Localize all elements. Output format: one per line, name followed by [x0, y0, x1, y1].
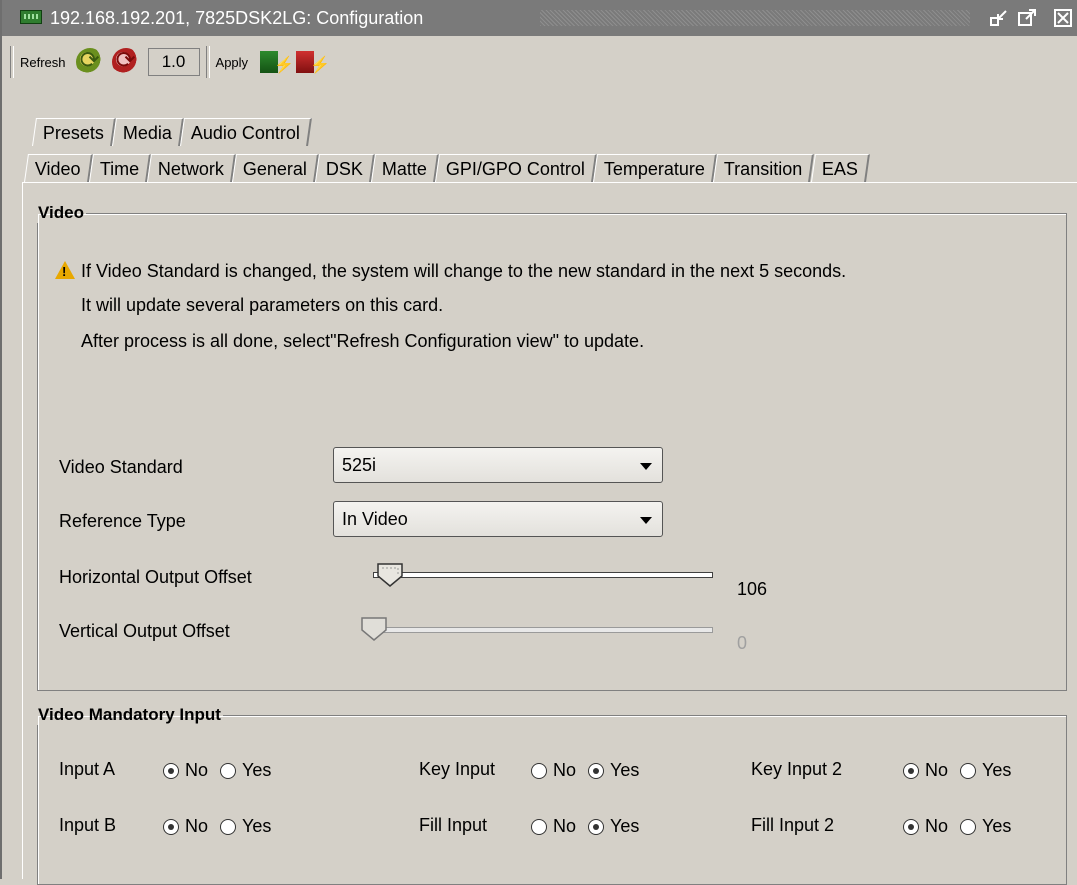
video-standard-value: 525i — [342, 455, 377, 475]
minimize-icon[interactable] — [988, 7, 1010, 29]
key-input-2-no-radio[interactable] — [903, 762, 919, 779]
tab-gpi-gpo-control[interactable]: GPI/GPO Control — [435, 154, 598, 182]
yes-label: Yes — [242, 816, 272, 836]
input-a-label: Input A — [59, 759, 116, 779]
fill-input-no-radio[interactable] — [531, 818, 547, 835]
mandatory-group-title: Video Mandatory Input — [38, 705, 221, 724]
key-input-label: Key Input — [419, 759, 496, 779]
tab-eas[interactable]: EAS — [810, 154, 870, 182]
yes-label: Yes — [610, 760, 640, 780]
key-input-2-radio-group: No Yes — [903, 760, 1023, 781]
video-standard-select[interactable]: 525i — [333, 447, 663, 483]
no-label: No — [185, 816, 209, 836]
tab-matte[interactable]: Matte — [371, 154, 440, 182]
tab-row-1: Presets Media Audio Control — [32, 118, 313, 146]
refresh-label: Refresh — [20, 54, 66, 70]
key-input-radio-group: No Yes — [531, 760, 651, 781]
fill-input-yes-radio[interactable] — [588, 818, 605, 835]
input-b-label: Input B — [59, 815, 117, 835]
tab-presets[interactable]: Presets — [32, 118, 116, 146]
key-input-yes-radio[interactable] — [588, 762, 605, 779]
tab-temperature[interactable]: Temperature — [593, 154, 718, 182]
tab-general[interactable]: General — [232, 154, 320, 182]
input-b-radio-group: No Yes — [163, 816, 283, 837]
video-standard-label: Video Standard — [59, 457, 183, 477]
tab-network[interactable]: Network — [147, 154, 237, 182]
fill-input-2-yes-radio[interactable] — [960, 818, 977, 835]
horizontal-offset-label: Horizontal Output Offset — [59, 567, 252, 587]
input-a-no-radio[interactable] — [163, 762, 179, 779]
tab-audio-control[interactable]: Audio Control — [180, 118, 313, 146]
toolbar-separator — [205, 46, 210, 78]
apply-label: Apply — [215, 54, 249, 70]
reference-type-select[interactable]: In Video — [333, 501, 663, 537]
no-label: No — [925, 816, 949, 836]
yes-label: Yes — [610, 816, 640, 836]
tab-transition[interactable]: Transition — [713, 154, 815, 182]
title-bar-grip[interactable] — [540, 10, 970, 26]
key-input-2-label: Key Input 2 — [751, 759, 843, 779]
fill-input-2-radio-group: No Yes — [903, 816, 1023, 837]
horizontal-offset-slider[interactable] — [373, 572, 713, 578]
refresh-icon[interactable] — [75, 46, 104, 76]
reference-type-value: In Video — [342, 509, 408, 529]
no-label: No — [553, 760, 577, 780]
no-label: No — [185, 760, 209, 780]
warning-text-line-3: After process is all done, select"Refres… — [81, 331, 645, 351]
card-icon — [20, 10, 42, 24]
yes-label: Yes — [982, 760, 1012, 780]
horizontal-offset-thumb[interactable] — [377, 563, 403, 587]
tab-dsk[interactable]: DSK — [315, 154, 376, 182]
zoom-field[interactable]: 1.0 — [147, 48, 200, 76]
refresh-all-icon[interactable] — [111, 46, 140, 76]
vertical-offset-thumb[interactable] — [361, 617, 387, 641]
apply-icon[interactable] — [260, 51, 294, 75]
toolbar-separator — [10, 46, 14, 78]
tab-media[interactable]: Media — [112, 118, 185, 146]
warning-text-line-2: It will update several parameters on thi… — [81, 295, 444, 315]
no-label: No — [925, 760, 949, 780]
input-a-radio-group: No Yes — [163, 760, 283, 781]
vertical-offset-value: 0 — [737, 633, 748, 653]
title-bar[interactable]: 192.168.192.201, 7825DSK2LG: Configurati… — [2, 0, 1077, 36]
video-mandatory-input-group: Video Mandatory Input — [37, 705, 1067, 885]
yes-label: Yes — [982, 816, 1012, 836]
fill-input-radio-group: No Yes — [531, 816, 651, 837]
fill-input-2-no-radio[interactable] — [903, 818, 919, 835]
input-a-yes-radio[interactable] — [220, 762, 237, 779]
reference-type-label: Reference Type — [59, 511, 186, 531]
key-input-2-yes-radio[interactable] — [960, 762, 977, 779]
configuration-window: 192.168.192.201, 7825DSK2LG: Configurati… — [0, 0, 1077, 885]
vertical-offset-slider[interactable] — [373, 627, 713, 633]
warning-text-line-1: If Video Standard is changed, the system… — [81, 261, 847, 281]
apply-all-icon[interactable] — [296, 51, 330, 75]
vertical-offset-label: Vertical Output Offset — [59, 621, 230, 641]
fill-input-2-label: Fill Input 2 — [751, 815, 835, 835]
video-group-title: Video — [38, 203, 84, 222]
window-title: 192.168.192.201, 7825DSK2LG: Configurati… — [50, 8, 424, 28]
tab-time[interactable]: Time — [88, 154, 152, 182]
fill-input-label: Fill Input — [419, 815, 488, 835]
video-tab-panel: Video If Video Standard is changed, the … — [22, 182, 1077, 885]
chevron-down-icon — [640, 463, 652, 470]
maximize-icon[interactable] — [1016, 7, 1038, 29]
key-input-no-radio[interactable] — [531, 762, 547, 779]
tab-row-2: Video Time Network General DSK Matte GPI… — [24, 154, 870, 182]
input-b-yes-radio[interactable] — [220, 818, 237, 835]
horizontal-offset-value: 106 — [737, 579, 768, 599]
tab-video[interactable]: Video — [24, 154, 93, 182]
yes-label: Yes — [242, 760, 272, 780]
close-icon[interactable] — [1052, 7, 1074, 29]
warning-icon — [55, 261, 75, 279]
no-label: No — [553, 816, 577, 836]
chevron-down-icon — [640, 517, 652, 524]
input-b-no-radio[interactable] — [163, 818, 179, 835]
toolbar: Refresh 1.0 Apply — [10, 40, 1075, 84]
